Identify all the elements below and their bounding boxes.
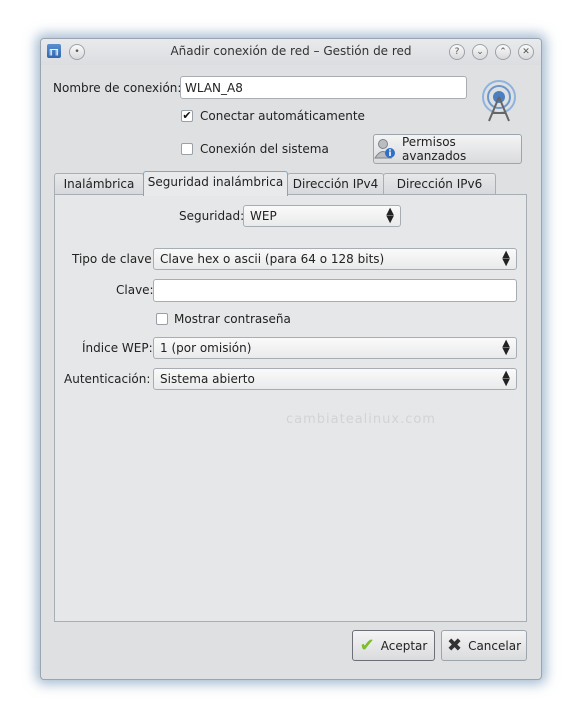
tab-direccion-ipv4[interactable]: Dirección IPv4 [287, 173, 384, 195]
security-select[interactable]: WEP ▲ ▼ [243, 205, 401, 227]
connection-name-label: Nombre de conexión: [53, 81, 182, 95]
wep-index-label: Índice WEP: [82, 341, 153, 355]
wep-index-value: 1 (por omisión) [160, 341, 252, 355]
minimize-icon[interactable]: ⌄ [472, 44, 488, 60]
spinner-arrows-icon: ▲ ▼ [386, 206, 394, 225]
advanced-permissions-label: Permisos avanzados [402, 135, 467, 163]
connection-name-input[interactable]: WLAN_A8 [180, 76, 467, 99]
show-password-label[interactable]: Mostrar contraseña [174, 312, 291, 326]
accept-button[interactable]: ✔ Aceptar [352, 630, 435, 661]
close-icon[interactable]: ✕ [518, 44, 534, 60]
menu-circle-icon[interactable]: • [69, 44, 85, 60]
app-icon[interactable]: ╓╖ [47, 44, 61, 58]
watermark-text: cambiatealinux.com [286, 412, 436, 427]
key-type-select[interactable]: Clave hex o ascii (para 64 o 128 bits) ▲… [153, 248, 517, 270]
key-label: Clave: [116, 283, 154, 297]
security-value: WEP [250, 209, 277, 223]
wep-index-select[interactable]: 1 (por omisión) ▲ ▼ [153, 337, 517, 359]
key-type-label: Tipo de clave: [72, 252, 156, 266]
authentication-value: Sistema abierto [160, 372, 255, 386]
cancel-x-icon: ✖ [446, 634, 463, 656]
spinner-arrows-icon: ▲ ▼ [502, 338, 510, 357]
show-password-checkbox[interactable] [156, 313, 168, 325]
advanced-permissions-button[interactable]: Permisos avanzados [373, 134, 522, 164]
authentication-label: Autenticación: [64, 372, 151, 386]
accept-label: Aceptar [380, 638, 428, 653]
checkmark-icon: ✔ [359, 634, 375, 656]
window-title: Añadir conexión de red – Gestión de red [170, 44, 412, 58]
system-connection-checkbox[interactable] [181, 143, 193, 155]
cancel-label: Cancelar [468, 638, 522, 653]
dialog-window: ╓╖ • Añadir conexión de red – Gestión de… [40, 38, 542, 680]
auto-connect-label[interactable]: Conectar automáticamente [200, 109, 365, 123]
tab-seguridad-inalambrica[interactable]: Seguridad inalámbrica [143, 171, 288, 196]
maximize-icon[interactable]: ⌃ [495, 44, 511, 60]
key-type-value: Clave hex o ascii (para 64 o 128 bits) [160, 252, 385, 266]
tab-direccion-ipv6[interactable]: Dirección IPv6 [383, 173, 496, 195]
help-icon[interactable]: ? [449, 44, 465, 60]
authentication-select[interactable]: Sistema abierto ▲ ▼ [153, 368, 517, 390]
auto-connect-checkbox[interactable]: ✔ [181, 110, 193, 122]
spinner-arrows-icon: ▲ ▼ [502, 369, 510, 388]
title-bar[interactable]: ╓╖ • Añadir conexión de red – Gestión de… [41, 39, 541, 65]
wireless-antenna-icon [477, 77, 521, 123]
user-info-icon [374, 138, 396, 160]
system-connection-label[interactable]: Conexión del sistema [200, 142, 329, 156]
spinner-arrows-icon: ▲ ▼ [502, 249, 510, 268]
security-label: Seguridad: [179, 209, 245, 223]
cancel-button[interactable]: ✖ Cancelar [441, 630, 527, 661]
key-input[interactable] [153, 279, 517, 302]
tab-inalambrica[interactable]: Inalámbrica [54, 173, 144, 195]
